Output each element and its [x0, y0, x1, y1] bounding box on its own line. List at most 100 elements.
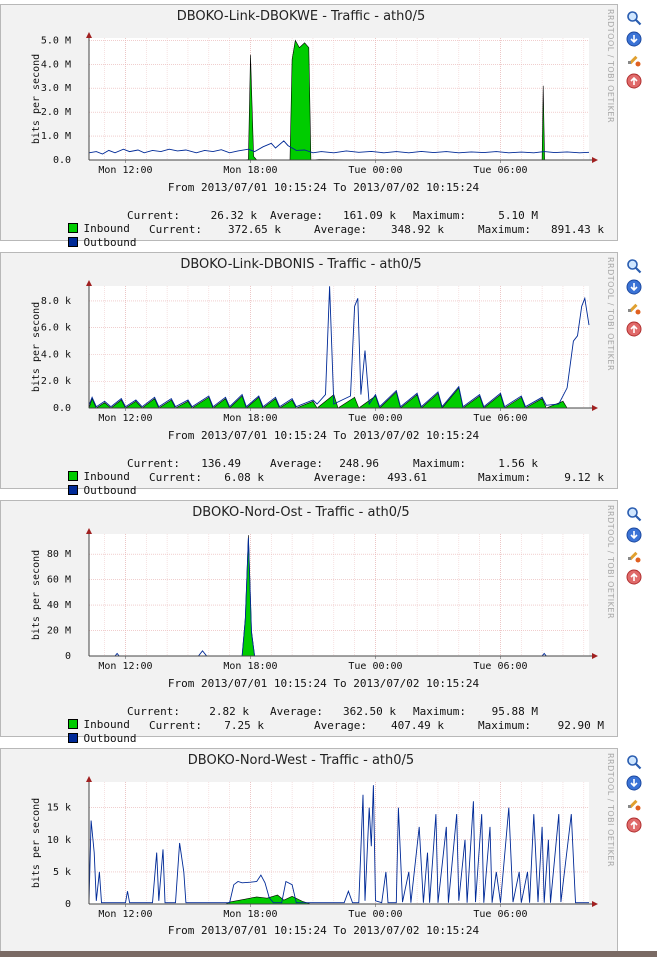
current-value: 26.32 k [210, 209, 257, 222]
y-tick-label: 6.0 k [41, 323, 71, 334]
download-icon[interactable] [626, 775, 642, 791]
average-label: Average: [270, 209, 323, 222]
current-label: Current: [149, 471, 202, 484]
delete-icon[interactable] [626, 73, 642, 89]
y-tick-label: 4.0 k [41, 349, 71, 360]
y-tick-label: 5 k [53, 867, 71, 878]
x-tick-label: Tue 06:00 [473, 413, 527, 424]
download-icon[interactable] [626, 527, 642, 543]
edit-icon[interactable] [626, 300, 642, 316]
outbound-swatch [67, 733, 78, 743]
maximum-label: Maximum: [478, 471, 531, 484]
edit-icon[interactable] [626, 796, 642, 812]
current-label: Current: [127, 457, 180, 470]
zoom-icon[interactable] [626, 258, 642, 274]
y-tick-label: 0 [65, 899, 71, 910]
current-value: 136.49 [201, 457, 241, 470]
current-value: 6.08 k [224, 471, 264, 484]
chart-3: 0 20 M 40 M 60 M 80 M Mon 12:00 Mon 18:00 Tue 0… [31, 528, 598, 672]
average-value: 407.49 k [391, 719, 444, 732]
x-tick-label: Tue 00:00 [348, 661, 402, 672]
x-tick-label: Tue 00:00 [348, 413, 402, 424]
graph-panel-1: 0.0 1.0 M 2.0 M 3.0 M 4.0 M 5.0 M Mon 12:00 Mon… [0, 4, 618, 249]
y-axis-arrow [86, 32, 92, 38]
outbound-swatch [67, 237, 78, 247]
average-label: Average: [270, 705, 323, 718]
rrdtool-credit: RRDTOOL / TOBI OETIKER [606, 9, 615, 124]
y-tick-label: 10 k [47, 835, 71, 846]
chart-2: 0.0 2.0 k 4.0 k 6.0 k 8.0 k Mon 12:00 Mon 18:0… [31, 280, 598, 424]
x-axis-arrow [592, 157, 598, 163]
x-tick-label: Tue 06:00 [473, 909, 527, 920]
average-label: Average: [270, 457, 323, 470]
y-tick-label: 8.0 k [41, 296, 71, 307]
x-tick-label: Mon 18:00 [223, 909, 277, 920]
maximum-label: Maximum: [478, 223, 531, 236]
time-range-text: From 2013/07/01 10:15:24 To 2013/07/02 1… [167, 677, 480, 690]
average-value: 248.96 [339, 457, 379, 470]
time-range-text: From 2013/07/01 10:15:24 To 2013/07/02 1… [167, 181, 480, 194]
current-value: 372.65 k [228, 223, 281, 236]
legend-label: Outbound [83, 732, 137, 745]
average-label: Average: [314, 471, 367, 484]
time-range-text: From 2013/07/01 10:15:24 To 2013/07/02 1… [167, 429, 480, 442]
zoom-icon[interactable] [626, 754, 642, 770]
y-axis-label: bits per second [31, 302, 42, 392]
plot-area [89, 38, 589, 160]
maximum-label: Maximum: [413, 457, 466, 470]
legend-label: Outbound [83, 236, 137, 249]
maximum-value: 9.12 k [564, 471, 604, 484]
average-label: Average: [314, 719, 367, 732]
y-tick-label: 2.0 k [41, 376, 71, 387]
y-tick-label: 40 M [47, 600, 71, 611]
y-axis-arrow [86, 280, 92, 286]
edit-icon[interactable] [626, 548, 642, 564]
chart-title: DBOKO-Nord-Ost - Traffic - ath0/5 [192, 505, 410, 520]
x-tick-label: Mon 12:00 [98, 413, 152, 424]
download-icon[interactable] [626, 279, 642, 295]
x-axis-arrow [592, 653, 598, 659]
current-label: Current: [149, 223, 202, 236]
maximum-value: 92.90 M [557, 719, 604, 732]
x-tick-label: Mon 18:00 [223, 165, 277, 176]
x-axis-arrow [592, 901, 598, 907]
maximum-value: 95.88 M [491, 705, 538, 718]
average-label: Average: [314, 223, 367, 236]
chart-title: DBOKO-Nord-West - Traffic - ath0/5 [187, 753, 415, 768]
chart-1: 0.0 1.0 M 2.0 M 3.0 M 4.0 M 5.0 M Mon 12:00 Mon… [31, 32, 598, 176]
y-tick-label: 3.0 M [41, 83, 71, 94]
delete-icon[interactable] [626, 569, 642, 585]
x-tick-label: Tue 00:00 [348, 165, 402, 176]
delete-icon[interactable] [626, 817, 642, 833]
x-tick-label: Tue 00:00 [348, 909, 402, 920]
rrdtool-credit: RRDTOOL / TOBI OETIKER [606, 505, 615, 620]
y-tick-label: 0 [65, 651, 71, 662]
maximum-label: Maximum: [413, 705, 466, 718]
time-range-text: From 2013/07/01 10:15:24 To 2013/07/02 1… [167, 924, 480, 937]
x-tick-label: Mon 12:00 [98, 909, 152, 920]
y-tick-label: 5.0 M [41, 35, 71, 46]
delete-icon[interactable] [626, 321, 642, 337]
average-value: 362.50 k [343, 705, 396, 718]
maximum-value: 1.56 k [498, 457, 538, 470]
plot-area [89, 534, 589, 656]
current-label: Current: [149, 719, 202, 732]
average-value: 493.61 [387, 471, 427, 484]
zoom-icon[interactable] [626, 506, 642, 522]
chart-title: DBOKO-Link-DBONIS - Traffic - ath0/5 [180, 257, 422, 272]
current-label: Current: [127, 705, 180, 718]
maximum-value: 891.43 k [551, 223, 604, 236]
current-label: Current: [127, 209, 180, 222]
plot-area [89, 286, 589, 408]
edit-icon[interactable] [626, 52, 642, 68]
y-axis-arrow [86, 776, 92, 782]
maximum-value: 5.10 M [498, 209, 538, 222]
maximum-label: Maximum: [478, 719, 531, 732]
current-value: 2.82 k [209, 705, 249, 718]
download-icon[interactable] [626, 31, 642, 47]
x-tick-label: Tue 06:00 [473, 165, 527, 176]
y-axis-label: bits per second [31, 54, 42, 144]
x-tick-label: Mon 12:00 [98, 661, 152, 672]
y-axis-label: bits per second [31, 550, 42, 640]
zoom-icon[interactable] [626, 10, 642, 26]
